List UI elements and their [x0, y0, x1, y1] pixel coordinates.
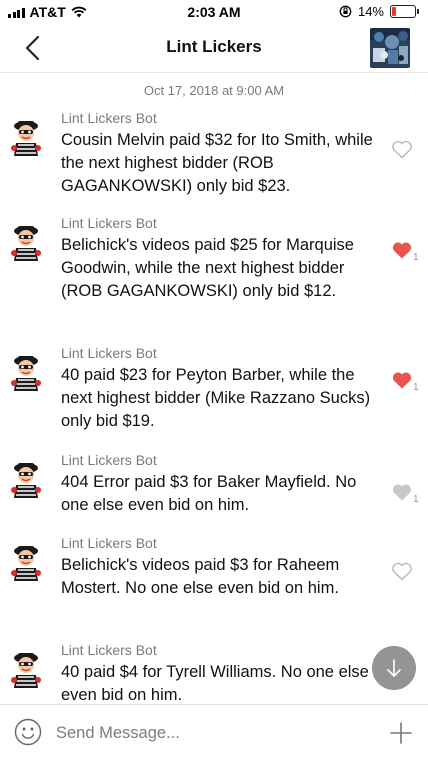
- message-input[interactable]: [56, 721, 356, 745]
- message-feed[interactable]: Lint Lickers Bot Cousin Melvin paid $32 f…: [0, 110, 428, 704]
- like-count: 1: [413, 382, 419, 393]
- message-text: Belichick's videos paid $3 for Raheem Mo…: [61, 556, 340, 597]
- chat-header: Lint Lickers: [0, 24, 428, 73]
- orientation-lock-icon: [339, 5, 352, 18]
- battery-percent: 14%: [357, 4, 384, 19]
- date-separator: Oct 17, 2018 at 9:00 AM: [143, 83, 285, 98]
- sender-name: Lint Lickers Bot: [61, 110, 157, 126]
- message-composer: [0, 704, 428, 763]
- heart-icon[interactable]: [390, 559, 414, 581]
- sender-name: Lint Lickers Bot: [61, 642, 157, 658]
- bot-avatar[interactable]: [10, 353, 42, 391]
- page-title: Lint Lickers: [166, 37, 262, 56]
- message-text: 40 paid $4 for Tyrell Williams. No one e…: [61, 663, 369, 704]
- bot-avatar[interactable]: [10, 223, 42, 261]
- emoji-icon[interactable]: [14, 718, 42, 746]
- sender-name: Lint Lickers Bot: [61, 535, 157, 551]
- heart-icon[interactable]: [390, 238, 414, 260]
- message-text: Cousin Melvin paid $32 for Ito Smith, wh…: [61, 131, 373, 195]
- sender-name: Lint Lickers Bot: [61, 215, 157, 231]
- like-count: 1: [413, 494, 419, 505]
- plus-icon[interactable]: [390, 722, 412, 744]
- message-text: 404 Error paid $3 for Baker Mayfield. No…: [61, 473, 357, 514]
- message-text: Belichick's videos paid $25 for Marquise…: [61, 236, 354, 300]
- bot-avatar[interactable]: [10, 118, 42, 156]
- heart-icon[interactable]: [390, 368, 414, 390]
- status-bar: AT&T 2:03 AM 14%: [0, 0, 428, 24]
- bot-avatar[interactable]: [10, 460, 42, 498]
- battery-icon: [390, 5, 419, 18]
- heart-icon[interactable]: [390, 480, 414, 502]
- sender-name: Lint Lickers Bot: [61, 452, 157, 468]
- sender-name: Lint Lickers Bot: [61, 345, 157, 361]
- bot-avatar[interactable]: [10, 543, 42, 581]
- status-right: 14%: [339, 4, 419, 19]
- scroll-down-button[interactable]: [372, 646, 416, 690]
- group-avatar[interactable]: [370, 28, 410, 68]
- bot-avatar[interactable]: [10, 650, 42, 688]
- message-text: 40 paid $23 for Peyton Barber, while the…: [61, 366, 371, 430]
- heart-icon[interactable]: [390, 137, 414, 159]
- like-count: 1: [413, 252, 419, 263]
